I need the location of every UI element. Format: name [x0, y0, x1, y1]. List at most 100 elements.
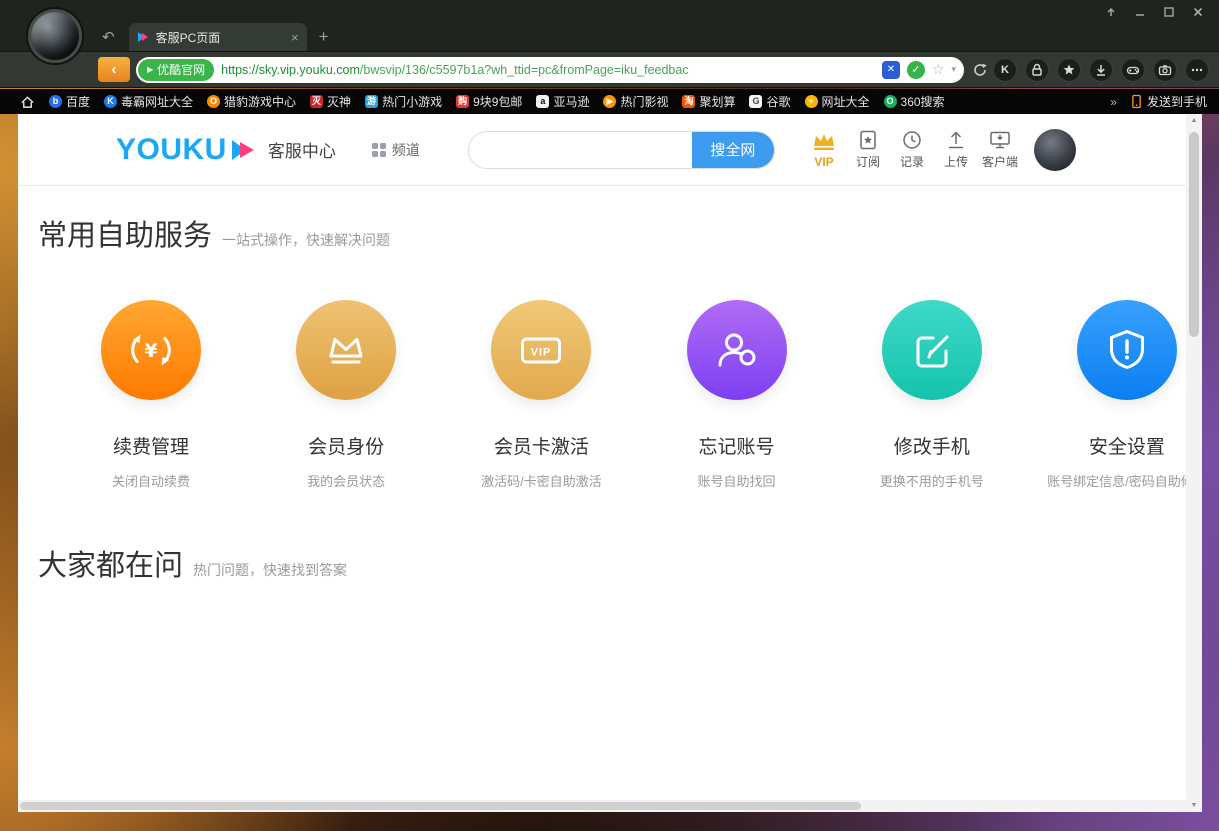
nav-label: 订阅 — [856, 153, 880, 170]
bookmark-item[interactable]: a亚马逊 — [536, 93, 589, 110]
nav-vip[interactable]: VIP — [804, 132, 844, 169]
bookmark-favicon: 购 — [456, 95, 469, 108]
bookmarks-overflow-icon[interactable]: » — [1110, 95, 1117, 109]
bookmark-item[interactable]: O360搜索 — [884, 93, 945, 110]
vip-crown-icon — [813, 132, 835, 152]
vertical-scrollbar[interactable]: ▲ ▼ — [1186, 114, 1202, 812]
home-icon[interactable] — [20, 95, 35, 109]
grid-icon — [372, 143, 386, 157]
nav-subscribe[interactable]: 订阅 — [848, 130, 888, 170]
section-subtitle: 一站式操作，快速解决问题 — [222, 230, 390, 250]
service-title: 续费管理 — [113, 432, 189, 459]
bookmark-label: 百度 — [66, 93, 90, 110]
lock-button[interactable] — [1025, 58, 1049, 82]
nav-client[interactable]: 客户端 — [980, 130, 1020, 170]
site-safety-icon[interactable]: ✓ — [907, 61, 925, 79]
bookmark-item[interactable]: 游热门小游戏 — [365, 93, 442, 110]
bookmark-item[interactable]: O 猎豹游戏中心 — [207, 93, 296, 110]
browser-titlebar: ↶ 客服PC页面 × + — [0, 0, 1219, 52]
tab-close-icon[interactable]: × — [291, 30, 299, 45]
reopen-tab-icon[interactable]: ↶ — [102, 28, 115, 46]
page-header: YOUKU 客服中心 频道 搜全网 — [18, 114, 1186, 186]
kingsoft-button[interactable]: K — [993, 58, 1017, 82]
service-title: 安全设置 — [1089, 432, 1165, 459]
favorite-star-icon[interactable]: ☆ — [932, 61, 945, 78]
bookmark-label: 谷歌 — [766, 93, 790, 110]
bookmark-favicon: O — [884, 95, 897, 108]
header-nav: VIP 订阅 记录 — [804, 114, 1076, 186]
subscribe-icon — [857, 130, 879, 150]
scroll-up-icon[interactable]: ▲ — [1186, 117, 1202, 124]
shield-icon — [1103, 326, 1151, 374]
download-button[interactable] — [1089, 58, 1113, 82]
bookmark-item[interactable]: K毒霸网址大全 — [104, 93, 193, 110]
bookmark-label: 灭神 — [327, 93, 351, 110]
page-title: 客服中心 — [268, 137, 336, 162]
extension-icon[interactable]: ✕ — [882, 61, 900, 79]
nav-upload[interactable]: 上传 — [936, 130, 976, 170]
service-item-security[interactable]: 安全设置 账号绑定信息/密码自助修改 — [1047, 300, 1186, 490]
service-desc: 关闭自动续费 — [112, 471, 190, 490]
renew-circle: ¥ — [101, 300, 201, 400]
browser-tab[interactable]: 客服PC页面 × — [129, 23, 307, 51]
games-button[interactable] — [1121, 58, 1145, 82]
youku-logo[interactable]: YOUKU — [116, 133, 256, 167]
badge-play-icon: ▶ — [147, 65, 153, 74]
search-button[interactable]: 搜全网 — [692, 132, 774, 168]
boss-key-button[interactable] — [1104, 6, 1118, 18]
nav-label: 客户端 — [982, 153, 1018, 170]
bookmark-favicon: O — [207, 95, 220, 108]
bookmark-item[interactable]: G 谷歌 — [749, 93, 790, 110]
service-item-change-phone[interactable]: 修改手机 更换不用的手机号 — [852, 300, 1012, 490]
browser-logo[interactable] — [28, 9, 82, 63]
channel-button[interactable]: 频道 — [372, 140, 420, 160]
favorites-button[interactable] — [1057, 58, 1081, 82]
service-title: 修改手机 — [894, 432, 970, 459]
bookmark-item[interactable]: +网址大全 — [805, 93, 870, 110]
channel-label: 频道 — [392, 140, 420, 160]
service-item-forgot-account[interactable]: 忘记账号 账号自助找回 — [657, 300, 817, 490]
service-item-card-activate[interactable]: VIP 会员卡激活 激活码/卡密自助激活 — [461, 300, 621, 490]
close-button[interactable] — [1191, 6, 1205, 18]
bookmark-label: 亚马逊 — [553, 93, 589, 110]
site-badge[interactable]: ▶ 优酷官网 — [138, 59, 214, 81]
vertical-scrollbar-thumb[interactable] — [1189, 132, 1199, 337]
screenshot-button[interactable] — [1153, 58, 1177, 82]
faq-heading: 大家都在问 热门问题，快速找到答案 — [38, 542, 1186, 584]
page-content: YOUKU 客服中心 频道 搜全网 — [18, 114, 1186, 800]
back-button[interactable]: ‹ — [98, 57, 130, 82]
window-controls — [1104, 6, 1205, 18]
bookmark-favicon: 灭 — [310, 95, 323, 108]
menu-button[interactable] — [1185, 58, 1209, 82]
svg-text:¥: ¥ — [144, 340, 157, 362]
horizontal-scrollbar[interactable] — [18, 800, 1186, 812]
scroll-down-icon[interactable]: ▼ — [1186, 802, 1202, 809]
bookmark-item[interactable]: 灭灭神 — [310, 93, 351, 110]
youku-logo-text: YOUKU — [116, 133, 227, 167]
send-to-phone-button[interactable]: 发送到手机 — [1131, 93, 1207, 110]
refresh-icon[interactable] — [972, 62, 988, 78]
new-tab-button[interactable]: + — [319, 27, 329, 47]
favorites-dropdown-icon[interactable]: ▾ — [951, 64, 956, 75]
avatar[interactable] — [1034, 129, 1076, 171]
minimize-button[interactable] — [1133, 6, 1147, 18]
nav-history[interactable]: 记录 — [892, 130, 932, 170]
bookmark-favicon: G — [749, 95, 762, 108]
horizontal-scrollbar-thumb[interactable] — [20, 802, 861, 810]
bookmark-label: 9块9包邮 — [473, 93, 522, 110]
bookmark-item[interactable]: 购 9块9包邮 — [456, 93, 522, 110]
bookmark-favicon: 淘 — [682, 95, 695, 108]
bookmark-item[interactable]: b百度 — [49, 93, 90, 110]
url-bar[interactable]: ▶ 优酷官网 https://sky.vip.youku.com/bwsvip/… — [136, 57, 964, 83]
url-host: https://sky.vip.youku.com — [221, 63, 360, 77]
service-item-membership[interactable]: 会员身份 我的会员状态 — [266, 300, 426, 490]
service-item-renew[interactable]: ¥ 续费管理 关闭自动续费 — [71, 300, 231, 490]
service-title: 忘记账号 — [699, 432, 775, 459]
bookmark-item[interactable]: ▶热门影视 — [603, 93, 668, 110]
maximize-button[interactable] — [1162, 6, 1176, 18]
self-service-heading: 常用自助服务 一站式操作，快速解决问题 — [38, 212, 1186, 254]
bookmark-label: 猎豹游戏中心 — [224, 93, 296, 110]
desktop: ↶ 客服PC页面 × + ‹ ▶ 优酷官网 https://sky.vip.yo… — [0, 0, 1219, 831]
bookmark-item[interactable]: 淘聚划算 — [682, 93, 735, 110]
search-input[interactable] — [469, 132, 692, 168]
